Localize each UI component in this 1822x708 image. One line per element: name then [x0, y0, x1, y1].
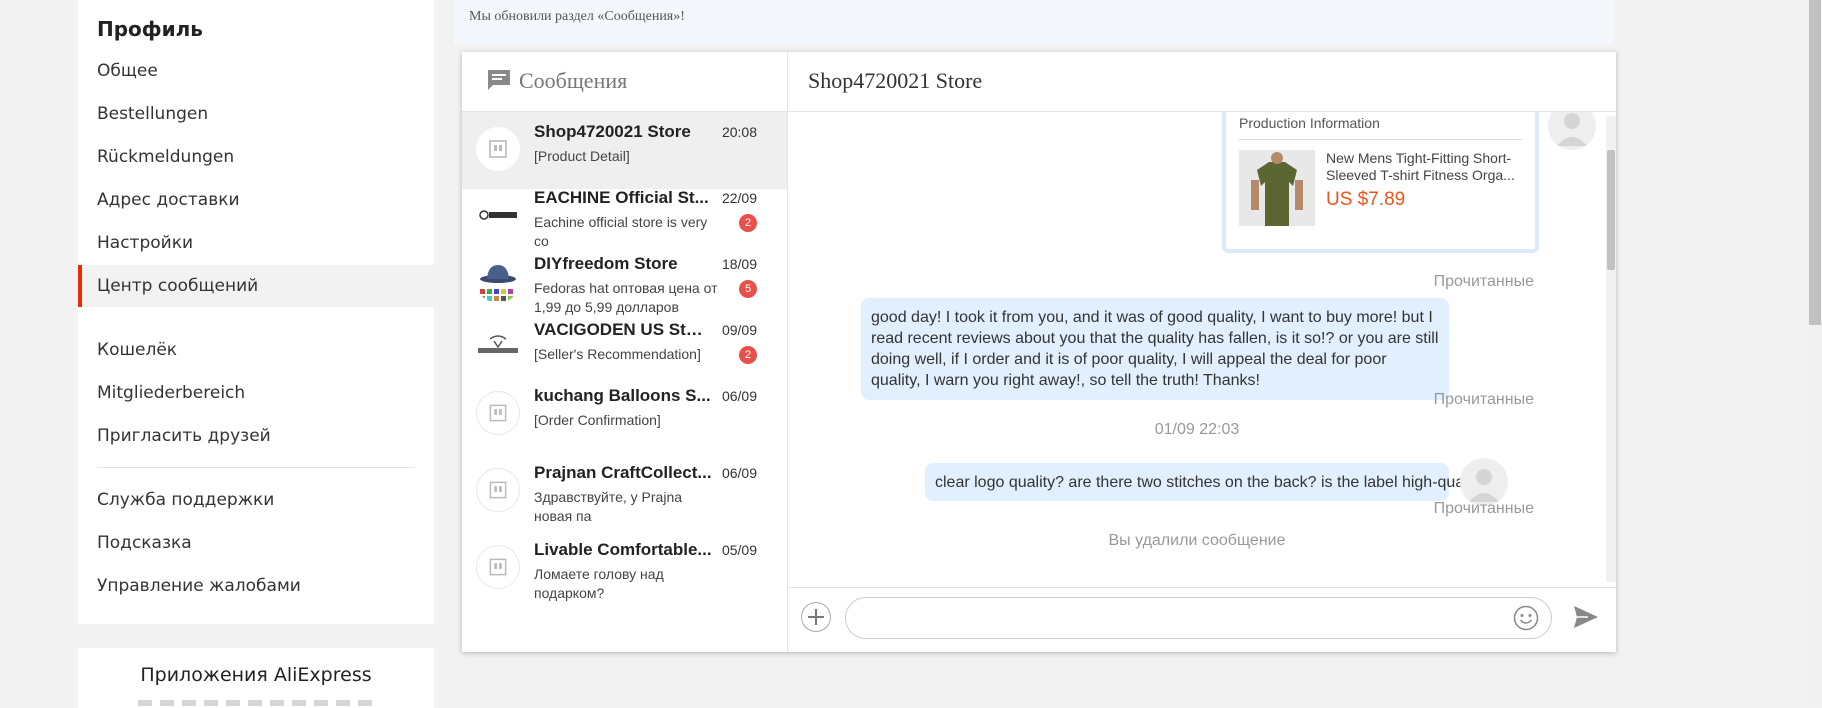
message-bubble: clear logo quality? are there two stitch…: [925, 463, 1493, 501]
chat-header: Shop4720021 Store: [788, 52, 1616, 112]
unread-badge: 2: [739, 346, 757, 364]
vacigoden-logo-icon: [478, 335, 518, 353]
store-icon: [489, 404, 507, 422]
update-notice-bar: Мы обновили раздел «Сообщения»!: [454, 0, 1614, 44]
read-status: Прочитанные: [1433, 500, 1534, 517]
conversation-list-title: Сообщения: [519, 68, 628, 93]
product-card-divider: [1239, 139, 1523, 140]
chat-store-name: Shop4720021 Store: [808, 68, 983, 93]
conversation-name: Prajnan CraftCollect...: [534, 463, 712, 482]
conversation-item[interactable]: kuchang Balloons S... 06/09 [Order Confi…: [462, 376, 787, 453]
chat-message-area: Production Information New Mens Tight-Fi…: [788, 112, 1616, 587]
product-image[interactable]: [1239, 150, 1315, 226]
sidebar-item-message-center[interactable]: Центр сообщений: [78, 265, 434, 307]
conversation-time: 22/09: [721, 190, 757, 206]
conversation-preview: Здравствуйте, у Prajna новая па ртия нов…: [534, 489, 683, 524]
vacigoden-logo: [476, 325, 520, 369]
sidebar-item-settings[interactable]: Настройки: [78, 222, 434, 264]
add-attachment-button[interactable]: [801, 602, 831, 632]
messenger-panel: Сообщения Shop4720021 Store Shop4720021 …: [462, 52, 1616, 652]
store-icon: [489, 481, 507, 499]
message-input-bar: [788, 587, 1616, 652]
conversation-name: DIYfreedom Store: [534, 254, 678, 273]
update-notice-text: Мы обновили раздел «Сообщения»!: [469, 9, 685, 24]
product-price: US $7.89: [1326, 189, 1406, 210]
user-avatar-icon: [1469, 469, 1499, 502]
store-avatar: [476, 545, 520, 589]
conversation-item[interactable]: Livable Comfortable... 05/09 Ломаете гол…: [462, 530, 787, 607]
product-card[interactable]: Production Information New Mens Tight-Fi…: [1222, 112, 1539, 253]
sidebar-item-complaints[interactable]: Управление жалобами: [78, 565, 434, 607]
user-avatar: [1460, 458, 1508, 506]
conversation-name: Shop4720021 Store: [534, 122, 691, 141]
conversation-item[interactable]: Prajnan CraftCollect... 06/09 Здравствуй…: [462, 453, 787, 530]
unread-badge: 5: [739, 280, 757, 298]
store-icon: [489, 140, 507, 158]
sidebar-item-wallet[interactable]: Кошелёк: [78, 329, 434, 371]
conversation-preview: [Seller's Recommendation]: [534, 346, 701, 362]
plus-icon: [808, 609, 824, 625]
sidebar-item-feedback[interactable]: Rückmeldungen: [78, 136, 434, 178]
conversation-preview: [Order Confirmation]: [534, 412, 661, 428]
message-input[interactable]: [845, 597, 1552, 639]
read-status: Прочитанные: [1433, 391, 1534, 408]
chat-scrollbar-thumb[interactable]: [1607, 150, 1615, 270]
conversation-time: 06/09: [721, 388, 757, 404]
apps-panel: Приложения AliExpress: [78, 648, 434, 708]
sidebar-item-shipping-address[interactable]: Адрес доставки: [78, 179, 434, 221]
conversation-name: kuchang Balloons S...: [534, 386, 711, 405]
conversation-name: EACHINE Official St...: [534, 188, 709, 207]
read-status: Прочитанные: [1433, 273, 1534, 290]
hats-image-icon: [480, 265, 516, 301]
conversation-preview: Ломаете голову над подарком? Есть идея.: [534, 566, 664, 601]
sidebar-item-member-area[interactable]: Mitgliederbereich: [78, 372, 434, 414]
conversation-name: VACIGODEN US Store: [534, 320, 712, 339]
page-scrollbar[interactable]: [1806, 0, 1822, 702]
conversation-list-header: Сообщения: [462, 52, 788, 112]
chat-scrollbar[interactable]: [1606, 116, 1616, 582]
store-avatar: [476, 127, 520, 171]
chat-bubble-icon: [488, 70, 510, 90]
apps-title: Приложения AliExpress: [140, 664, 372, 686]
sidebar-item-support[interactable]: Служба поддержки: [78, 479, 434, 521]
user-avatar: [1548, 112, 1596, 150]
message-bubble: good day! I took it from you, and it was…: [861, 298, 1449, 400]
page-scrollbar-thumb[interactable]: [1809, 0, 1821, 325]
hats-image: [476, 259, 520, 303]
emoji-icon[interactable]: [1513, 605, 1539, 631]
product-name[interactable]: New Mens Tight-Fitting Short-Sleeved T-s…: [1326, 150, 1526, 184]
sidebar-item-invite-friends[interactable]: Пригласить друзей: [78, 415, 434, 457]
apps-subtitle-faded: [138, 700, 378, 706]
sidebar-item-general[interactable]: Общее: [78, 50, 434, 92]
conversation-list: Shop4720021 Store 20:08 [Product Detail]…: [462, 112, 788, 652]
eachine-logo: [476, 193, 520, 237]
sidebar-item-orders[interactable]: Bestellungen: [78, 93, 434, 135]
eachine-logo-icon: [479, 210, 517, 220]
sidebar-item-hint[interactable]: Подсказка: [78, 522, 434, 564]
profile-sidebar: Профиль Общее Bestellungen Rückmeldungen…: [78, 0, 434, 624]
conversation-time: 05/09: [721, 542, 757, 558]
sidebar-title: Профиль: [97, 17, 203, 41]
unread-badge: 2: [739, 214, 757, 232]
conversation-time: 06/09: [721, 465, 757, 481]
deleted-message-notice: Вы удалили сообщение: [1108, 532, 1286, 549]
product-card-header: Production Information: [1239, 115, 1380, 131]
store-avatar: [476, 391, 520, 435]
conversation-time: 18/09: [721, 256, 757, 272]
conversation-time: 09/09: [721, 322, 757, 338]
conversation-time: 20:08: [721, 124, 757, 140]
store-avatar: [476, 468, 520, 512]
send-icon[interactable]: [1572, 604, 1600, 630]
conversation-name: Livable Comfortable...: [534, 540, 712, 559]
user-avatar-icon: [1557, 113, 1587, 146]
message-timestamp: 01/09 22:03: [1154, 421, 1240, 438]
conversation-preview: [Product Detail]: [534, 148, 630, 164]
tshirt-photo: [1239, 150, 1315, 226]
store-icon: [489, 558, 507, 576]
sidebar-divider: [97, 467, 415, 468]
